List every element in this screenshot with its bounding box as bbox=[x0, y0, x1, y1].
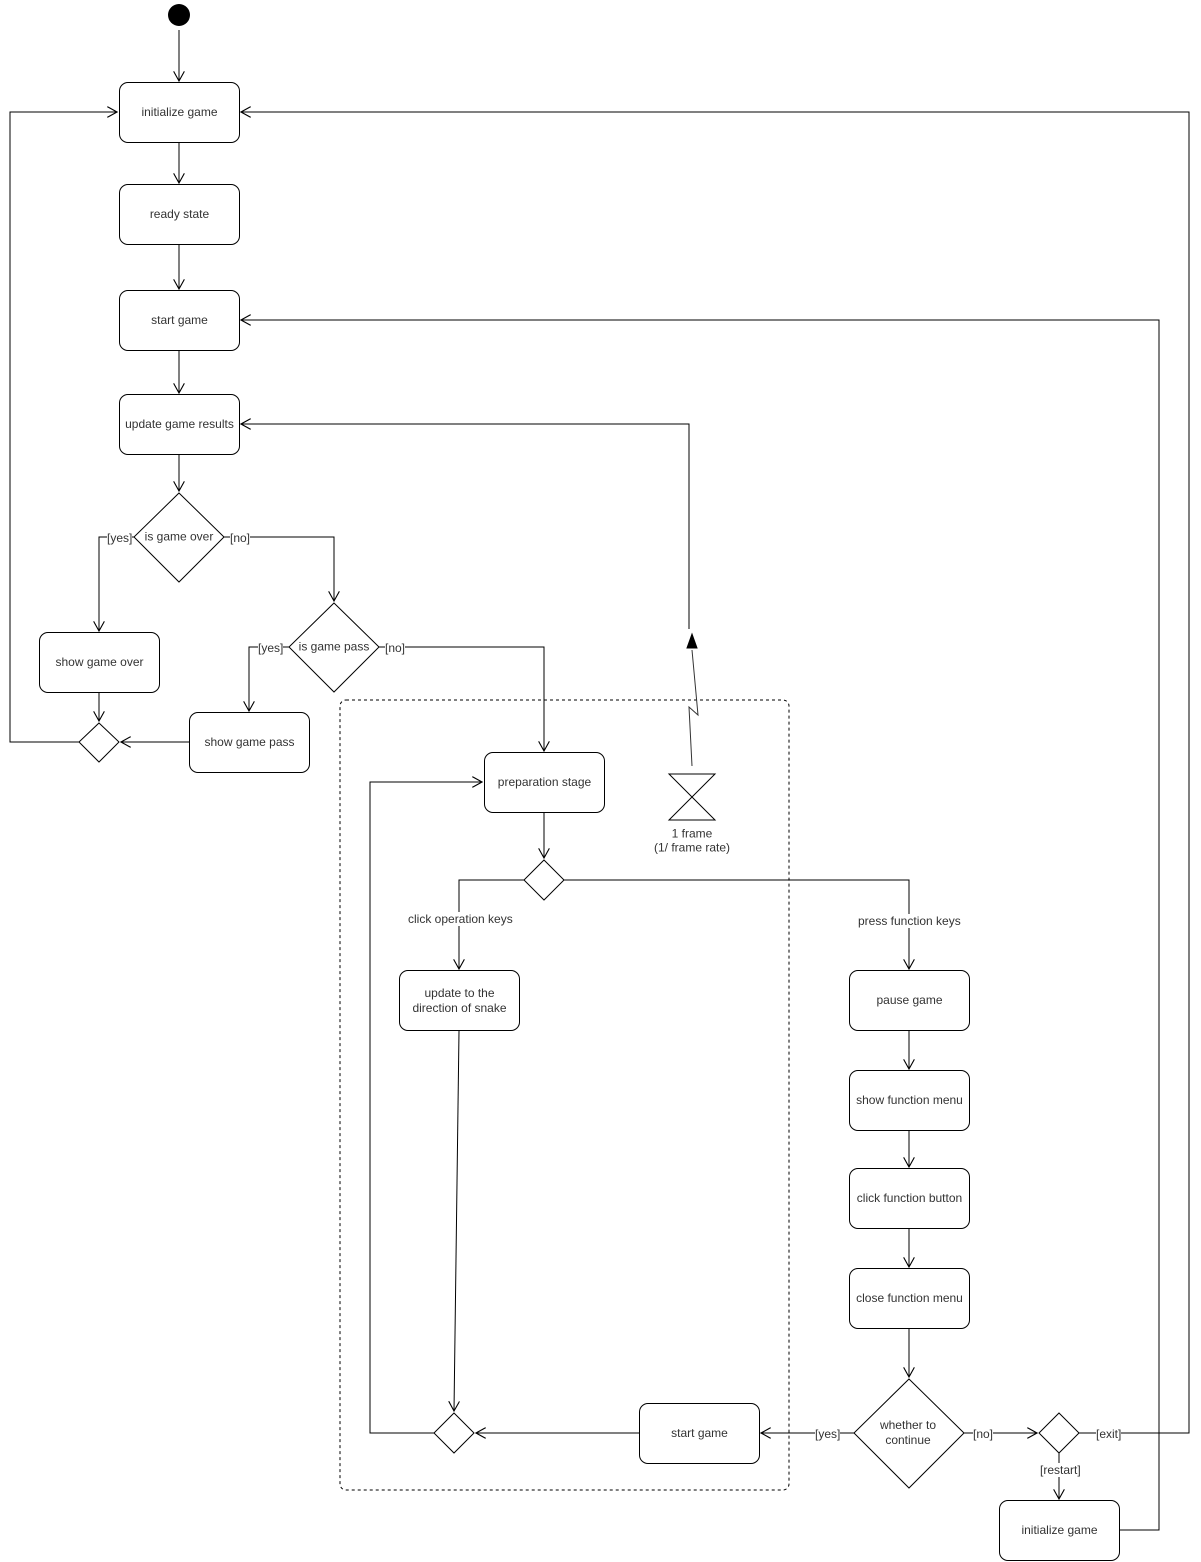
time-event-icon bbox=[667, 773, 717, 821]
time-event-label-line2: (1/ frame rate) bbox=[653, 840, 731, 855]
merge-node-bottom bbox=[433, 1412, 475, 1454]
edge-frame-to-update bbox=[241, 424, 690, 629]
initial-node bbox=[168, 4, 190, 26]
action-initialize-game-bottom[interactable]: initialize game bbox=[999, 1500, 1120, 1561]
guard-over-yes: [yes] bbox=[107, 531, 133, 545]
edge-pass-no bbox=[379, 646, 544, 751]
merge-node-left bbox=[78, 722, 120, 763]
guard-exit: [exit] bbox=[1096, 1427, 1122, 1441]
action-update-direction[interactable]: update to the direction of snake bbox=[399, 970, 520, 1031]
edge-over-no bbox=[224, 536, 334, 601]
action-preparation-stage[interactable]: preparation stage bbox=[484, 752, 605, 813]
decision-key-type bbox=[523, 859, 565, 901]
time-event-label-line1: 1 frame bbox=[671, 826, 713, 841]
action-ready-state[interactable]: ready state bbox=[119, 184, 240, 245]
edge-over-yes bbox=[99, 536, 134, 631]
edge-pass-yes bbox=[249, 646, 289, 711]
decision-exit-restart bbox=[1038, 1412, 1080, 1454]
action-click-function-button[interactable]: click function button bbox=[849, 1168, 970, 1229]
action-close-function-menu[interactable]: close function menu bbox=[849, 1268, 970, 1329]
action-start-game[interactable]: start game bbox=[119, 290, 240, 351]
guard-continue-yes: [yes] bbox=[815, 1427, 841, 1441]
interrupt-edge bbox=[688, 649, 699, 767]
guard-pass-no: [no] bbox=[385, 641, 406, 655]
guard-restart: [restart] bbox=[1040, 1463, 1081, 1477]
decision-label-is-game-pass: is game pass bbox=[298, 639, 370, 654]
action-initialize-game[interactable]: initialize game bbox=[119, 82, 240, 143]
edge-label-click-operation-keys: click operation keys bbox=[408, 912, 513, 926]
action-show-function-menu[interactable]: show function menu bbox=[849, 1070, 970, 1131]
interruptible-region bbox=[339, 699, 790, 1491]
decision-label-whether-to-continue: whether to continue bbox=[879, 1418, 937, 1447]
decision-label-is-game-over: is game over bbox=[144, 529, 214, 544]
edge-reinit-to-start bbox=[241, 320, 1160, 1531]
guard-pass-yes: [yes] bbox=[258, 641, 284, 655]
edge-label-press-function-keys: press function keys bbox=[858, 914, 961, 928]
action-pause-game[interactable]: pause game bbox=[849, 970, 970, 1031]
guard-continue-no: [no] bbox=[973, 1427, 994, 1441]
edge-exit bbox=[241, 112, 1190, 1434]
action-show-game-over[interactable]: show game over bbox=[39, 632, 160, 693]
action-start-game-bottom[interactable]: start game bbox=[639, 1403, 760, 1464]
edge-direction-to-merge bbox=[454, 1030, 459, 1411]
guard-over-no: [no] bbox=[230, 531, 251, 545]
action-update-game-results[interactable]: update game results bbox=[119, 394, 240, 455]
interrupt-arrowhead bbox=[686, 632, 698, 649]
action-show-game-pass[interactable]: show game pass bbox=[189, 712, 310, 773]
